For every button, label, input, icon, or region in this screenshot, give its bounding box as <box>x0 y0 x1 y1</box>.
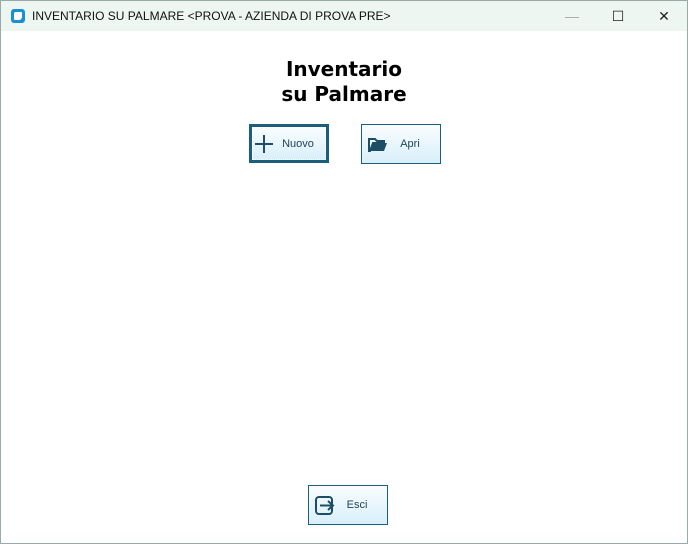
title-bar: INVENTARIO SU PALMARE <PROVA - AZIENDA D… <box>1 1 687 31</box>
esci-label: Esci <box>346 499 368 511</box>
close-button[interactable]: ✕ <box>641 1 687 31</box>
title-line-2: su Palmare <box>281 82 407 106</box>
esci-button[interactable]: Esci <box>308 485 388 525</box>
title-line-1: Inventario <box>285 57 403 81</box>
app-window: INVENTARIO SU PALMARE <PROVA - AZIENDA D… <box>0 0 688 544</box>
maximize-button[interactable]: ☐ <box>595 1 641 31</box>
app-icon <box>11 9 25 23</box>
apri-button[interactable]: Apri <box>361 124 441 164</box>
page-title: Inventario su Palmare <box>1 57 687 107</box>
minimize-button[interactable]: — <box>549 1 595 31</box>
nuovo-button[interactable]: Nuovo <box>249 124 329 163</box>
window-title: INVENTARIO SU PALMARE <PROVA - AZIENDA D… <box>32 9 391 23</box>
apri-label: Apri <box>400 138 420 150</box>
nuovo-label: Nuovo <box>282 137 314 150</box>
